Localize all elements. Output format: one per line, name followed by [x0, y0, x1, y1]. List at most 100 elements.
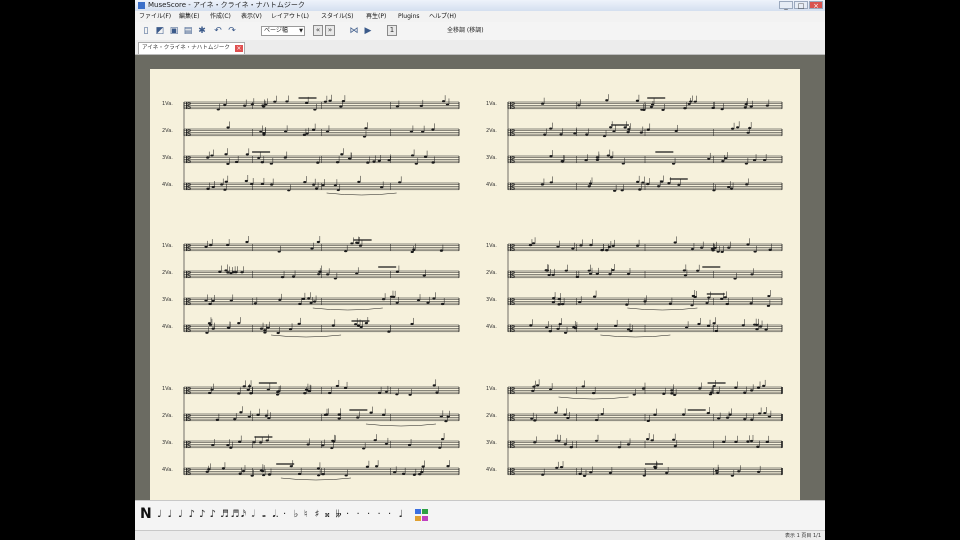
- document-tab[interactable]: アイネ・クライネ・ナハトムジーク ×: [138, 42, 245, 54]
- score-page[interactable]: 1Va. 𝄡 2Va. 𝄡 3Va. 𝄡 4Va. 𝄡 1Va. 𝄡 2Va. 𝄡 3Va. 𝄡 4Va. 𝄡…: [150, 69, 800, 500]
- nav-prev-button[interactable]: «: [313, 25, 323, 36]
- note-head: [564, 269, 568, 272]
- menu-plugins[interactable]: Plugins: [398, 11, 420, 22]
- note-head: [305, 101, 309, 104]
- palette-item[interactable]: ·: [378, 509, 381, 521]
- palette-item[interactable]: ·: [283, 509, 286, 521]
- note-head: [421, 465, 425, 468]
- note-head: [362, 135, 367, 138]
- palette-item[interactable]: 𝄪: [325, 509, 330, 521]
- note-head: [646, 182, 650, 186]
- voice-2-icon[interactable]: [422, 509, 428, 514]
- palette-item[interactable]: ·: [346, 509, 349, 521]
- palette-item[interactable]: ♪: [189, 509, 195, 521]
- note-head: [605, 249, 609, 252]
- note-head: [746, 243, 750, 246]
- note-input-toggle[interactable]: N: [140, 506, 152, 522]
- close-window-button[interactable]: ×: [809, 1, 823, 10]
- palette-item[interactable]: ·: [388, 509, 391, 521]
- voice-4-icon[interactable]: [422, 516, 428, 521]
- palette-item[interactable]: ♩: [178, 509, 183, 521]
- palette-item[interactable]: ·: [357, 509, 360, 521]
- note-head: [626, 443, 631, 446]
- menu-edit[interactable]: 編集(E): [179, 11, 199, 22]
- save-icon[interactable]: ▣: [169, 26, 179, 36]
- palette-item[interactable]: 𝅝: [262, 509, 266, 521]
- note-head: [541, 473, 545, 476]
- note-head: [717, 417, 721, 420]
- note-head: [362, 447, 366, 450]
- voice-selector[interactable]: [415, 509, 429, 523]
- clef-icon: 𝄡: [510, 242, 515, 254]
- note-head: [249, 392, 253, 395]
- nav-next-button[interactable]: »: [325, 25, 335, 36]
- zoom-select[interactable]: ページ幅 ▼: [261, 26, 305, 36]
- palette-item[interactable]: ♩: [168, 509, 173, 521]
- close-icon[interactable]: ×: [234, 45, 243, 52]
- note-head: [335, 384, 339, 388]
- note-head: [741, 324, 745, 327]
- note-head: [237, 392, 241, 395]
- palette-item[interactable]: ·: [367, 509, 370, 521]
- palette-item[interactable]: ♪: [199, 509, 205, 521]
- page-button[interactable]: 1: [387, 25, 397, 36]
- note-head: [414, 162, 418, 165]
- palette-item[interactable]: 𝅗𝅥: [252, 509, 255, 521]
- palette-item[interactable]: ♯: [315, 509, 320, 521]
- open-icon[interactable]: ◩: [155, 26, 165, 36]
- note-head: [646, 437, 650, 441]
- note-head: [298, 302, 302, 306]
- note-head: [549, 155, 553, 158]
- menu-style[interactable]: スタイル(S): [321, 11, 354, 22]
- palette-item[interactable]: ♭: [294, 509, 299, 521]
- menu-create[interactable]: 作成(C): [210, 11, 231, 22]
- note-head: [238, 440, 242, 443]
- note-head: [395, 105, 400, 108]
- note-head: [641, 387, 646, 390]
- palette-item[interactable]: ♬: [231, 509, 240, 521]
- clef-icon: 𝄡: [186, 385, 191, 397]
- note-head: [270, 183, 274, 186]
- note-head: [594, 439, 599, 442]
- settings-icon[interactable]: ✱: [197, 26, 207, 36]
- palette-item[interactable]: 𝅘𝅥.: [273, 509, 279, 521]
- note-head: [364, 127, 368, 130]
- note-head: [714, 329, 718, 333]
- note-head: [697, 322, 701, 326]
- palette-item[interactable]: ♬: [220, 509, 229, 521]
- palette-item[interactable]: ♩: [399, 509, 404, 521]
- menu-play[interactable]: 再生(P): [366, 11, 386, 22]
- palette-item[interactable]: ♪: [210, 509, 216, 521]
- menu-help[interactable]: ヘルプ(H): [429, 11, 456, 22]
- minimize-button[interactable]: _: [779, 1, 793, 10]
- note-head: [720, 297, 724, 300]
- menu-view[interactable]: 表示(V): [241, 11, 262, 22]
- note-head: [582, 474, 587, 477]
- voice-1-icon[interactable]: [415, 509, 421, 514]
- concert-pitch-label[interactable]: 全移調 (移調): [447, 26, 484, 36]
- mute-icon[interactable]: ⋈: [349, 26, 359, 36]
- note-head: [756, 386, 761, 389]
- note-head: [549, 127, 553, 130]
- note-head: [595, 418, 599, 422]
- menu-file[interactable]: ファイル(F): [139, 11, 171, 22]
- print-icon[interactable]: ▤: [183, 26, 193, 36]
- note-head: [210, 154, 214, 157]
- palette-item[interactable]: 𝅘𝅥𝅯: [241, 509, 246, 521]
- note-head: [310, 247, 314, 250]
- play-icon[interactable]: ▶: [363, 26, 373, 36]
- voice-3-icon[interactable]: [415, 516, 421, 521]
- undo-icon[interactable]: ↶: [213, 26, 223, 36]
- menu-layout[interactable]: レイアウト(L): [271, 11, 309, 22]
- note-head: [530, 417, 534, 420]
- palette-item[interactable]: ♮: [304, 509, 308, 521]
- note-head: [557, 439, 561, 442]
- new-icon[interactable]: ▯: [141, 26, 151, 36]
- redo-icon[interactable]: ↷: [227, 26, 237, 36]
- note-head: [621, 162, 625, 165]
- score-canvas[interactable]: 1Va. 𝄡 2Va. 𝄡 3Va. 𝄡 4Va. 𝄡 1Va. 𝄡 2Va. 𝄡 3Va. 𝄡 4Va. 𝄡…: [135, 55, 825, 500]
- palette-item[interactable]: ♩: [157, 509, 162, 521]
- note-head: [716, 250, 720, 253]
- maximize-button[interactable]: □: [794, 1, 808, 10]
- palette-item[interactable]: 𝄫: [336, 509, 342, 521]
